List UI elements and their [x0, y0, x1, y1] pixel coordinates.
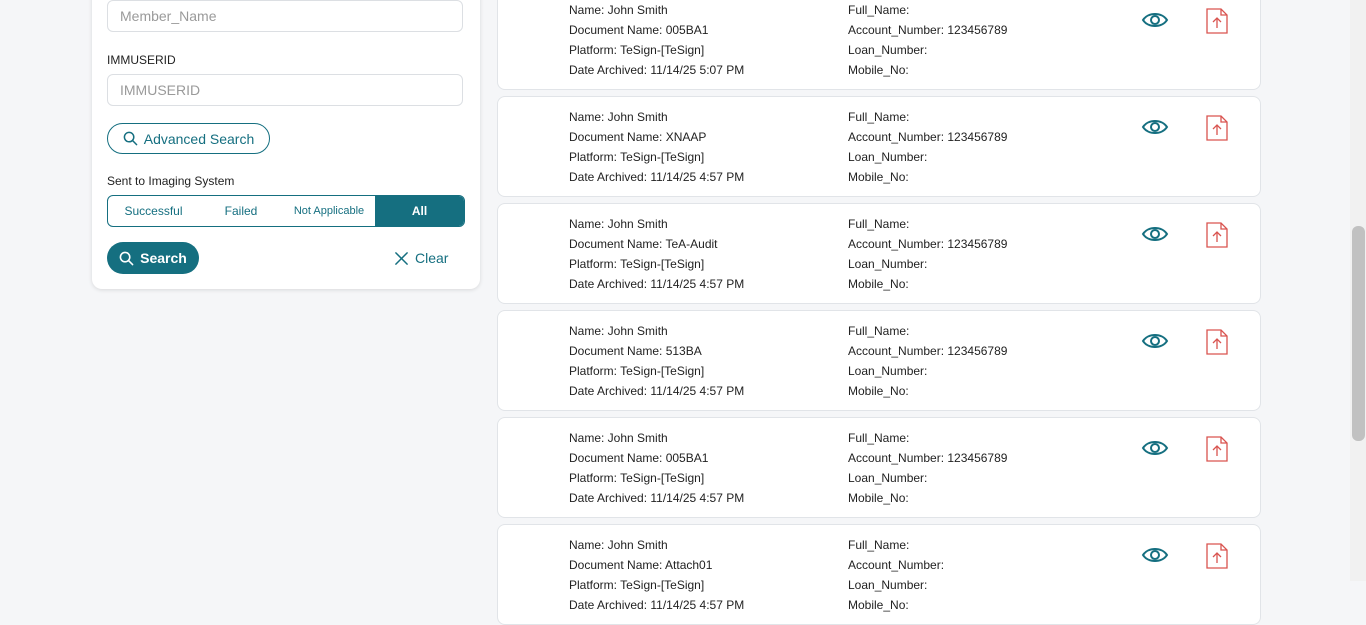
advanced-search-button[interactable]: Advanced Search: [107, 123, 270, 154]
result-info-right: Full_Name: Account_Number: 123456789 Loan_…: [848, 0, 1007, 80]
result-field-mobile: Mobile_No:: [848, 384, 909, 398]
pdf-upload-icon[interactable]: [1206, 8, 1228, 34]
result-card: Name: John Smith Document Name: Attach01 P…: [497, 524, 1261, 625]
result-field-loan: Loan_Number:: [848, 257, 928, 271]
result-info-right: Full_Name: Account_Number: 123456789 Loan_…: [848, 214, 1007, 294]
clear-button[interactable]: Clear: [394, 246, 448, 270]
pdf-upload-icon[interactable]: [1206, 329, 1228, 355]
result-field-mobile: Mobile_No:: [848, 598, 909, 612]
segment-all[interactable]: All: [375, 196, 464, 226]
result-field-name: Name: John Smith: [569, 217, 668, 231]
pdf-upload-icon[interactable]: [1206, 543, 1228, 569]
sent-to-imaging-label: Sent to Imaging System: [107, 174, 235, 188]
advanced-search-label: Advanced Search: [143, 130, 255, 147]
result-card: Name: John Smith Document Name: 513BA Plat…: [497, 310, 1261, 411]
scrollbar-thumb[interactable]: [1352, 226, 1365, 441]
result-field-full-name: Full_Name:: [848, 538, 910, 552]
segment-not-applicable[interactable]: Not Applicable: [283, 196, 375, 226]
eye-icon[interactable]: [1141, 438, 1169, 458]
search-icon: [119, 251, 134, 265]
result-field-date: Date Archived: 11/14/25 4:57 PM: [569, 384, 745, 398]
result-field-name: Name: John Smith: [569, 324, 668, 338]
result-field-date: Date Archived: 11/14/25 4:57 PM: [569, 170, 745, 184]
result-field-document: Document Name: 005BA1: [569, 23, 709, 37]
result-field-account: Account_Number: 123456789: [848, 237, 1008, 251]
result-info-left: Name: John Smith Document Name: 005BA1 Pla…: [569, 428, 744, 508]
result-field-account: Account_Number: 123456789: [848, 130, 1008, 144]
result-field-document: Document Name: Attach01: [569, 558, 713, 572]
result-field-document: Document Name: XNAAP: [569, 130, 707, 144]
result-info-left: Name: John Smith Document Name: Attach01 P…: [569, 535, 744, 615]
result-field-mobile: Mobile_No:: [848, 277, 909, 291]
result-field-document: Document Name: 005BA1: [569, 451, 709, 465]
result-field-name: Name: John Smith: [569, 3, 668, 17]
result-info-right: Full_Name: Account_Number: Loan_Number: Mob…: [848, 535, 944, 615]
result-field-full-name: Full_Name:: [848, 324, 910, 338]
result-info-left: Name: John Smith Document Name: TeA-Audit…: [569, 214, 744, 294]
result-info-left: Name: John Smith Document Name: XNAAP Plat…: [569, 107, 744, 187]
segment-failed[interactable]: Failed: [199, 196, 283, 226]
result-field-account: Account_Number: 123456789: [848, 344, 1008, 358]
result-field-mobile: Mobile_No:: [848, 170, 909, 184]
result-field-date: Date Archived: 11/14/25 4:57 PM: [569, 491, 745, 505]
result-field-full-name: Full_Name:: [848, 110, 910, 124]
result-card: Name: John Smith Document Name: TeA-Audit…: [497, 203, 1261, 304]
result-field-platform: Platform: TeSign-[TeSign]: [569, 364, 705, 378]
result-info-right: Full_Name: Account_Number: 123456789 Loan_…: [848, 428, 1007, 508]
result-field-name: Name: John Smith: [569, 431, 668, 445]
result-field-account: Account_Number: 123456789: [848, 451, 1008, 465]
pdf-upload-icon[interactable]: [1206, 115, 1228, 141]
result-card: Name: John Smith Document Name: XNAAP Plat…: [497, 96, 1261, 197]
result-field-loan: Loan_Number:: [848, 578, 928, 592]
result-field-platform: Platform: TeSign-[TeSign]: [569, 471, 705, 485]
result-info-left: Name: John Smith Document Name: 513BA Plat…: [569, 321, 744, 401]
eye-icon[interactable]: [1141, 545, 1169, 565]
result-field-date: Date Archived: 11/14/25 5:07 PM: [569, 63, 745, 77]
result-field-platform: Platform: TeSign-[TeSign]: [569, 43, 705, 57]
search-icon: [123, 131, 138, 146]
result-field-name: Name: John Smith: [569, 538, 668, 552]
result-field-name: Name: John Smith: [569, 110, 668, 124]
result-field-full-name: Full_Name:: [848, 3, 910, 17]
member-name-input[interactable]: [107, 0, 463, 32]
result-field-loan: Loan_Number:: [848, 43, 928, 57]
result-field-loan: Loan_Number:: [848, 471, 928, 485]
eye-icon[interactable]: [1141, 224, 1169, 244]
filter-panel: IMMUSERID Advanced Search Sent to Imagin…: [92, 0, 480, 289]
result-card: Name: John Smith Document Name: 005BA1 Pla…: [497, 0, 1261, 90]
eye-icon[interactable]: [1141, 10, 1169, 30]
eye-icon[interactable]: [1141, 331, 1169, 351]
result-field-mobile: Mobile_No:: [848, 63, 909, 77]
result-field-document: Document Name: TeA-Audit: [569, 237, 718, 251]
result-field-full-name: Full_Name:: [848, 431, 910, 445]
search-label: Search: [140, 250, 187, 266]
result-field-full-name: Full_Name:: [848, 217, 910, 231]
result-field-account: Account_Number:: [848, 558, 945, 572]
result-field-mobile: Mobile_No:: [848, 491, 909, 505]
pdf-upload-icon[interactable]: [1206, 222, 1228, 248]
result-field-platform: Platform: TeSign-[TeSign]: [569, 257, 705, 271]
result-field-document: Document Name: 513BA: [569, 344, 702, 358]
result-field-platform: Platform: TeSign-[TeSign]: [569, 150, 705, 164]
result-field-date: Date Archived: 11/14/25 4:57 PM: [569, 598, 745, 612]
result-field-date: Date Archived: 11/14/25 4:57 PM: [569, 277, 745, 291]
result-info-right: Full_Name: Account_Number: 123456789 Loan_…: [848, 321, 1007, 401]
immuserid-label: IMMUSERID: [107, 53, 176, 67]
eye-icon[interactable]: [1141, 117, 1169, 137]
result-field-loan: Loan_Number:: [848, 150, 928, 164]
search-button[interactable]: Search: [107, 242, 199, 274]
result-card: Name: John Smith Document Name: 005BA1 Pla…: [497, 417, 1261, 518]
result-info-right: Full_Name: Account_Number: 123456789 Loan_…: [848, 107, 1007, 187]
result-field-platform: Platform: TeSign-[TeSign]: [569, 578, 705, 592]
pdf-upload-icon[interactable]: [1206, 436, 1228, 462]
immuserid-input[interactable]: [107, 74, 463, 106]
sent-to-imaging-toggle: Successful Failed Not Applicable All: [107, 195, 465, 227]
result-field-loan: Loan_Number:: [848, 364, 928, 378]
close-icon: [395, 251, 408, 265]
clear-label: Clear: [415, 250, 449, 266]
result-field-account: Account_Number: 123456789: [848, 23, 1008, 37]
segment-successful[interactable]: Successful: [108, 196, 199, 226]
result-info-left: Name: John Smith Document Name: 005BA1 Pla…: [569, 0, 744, 80]
